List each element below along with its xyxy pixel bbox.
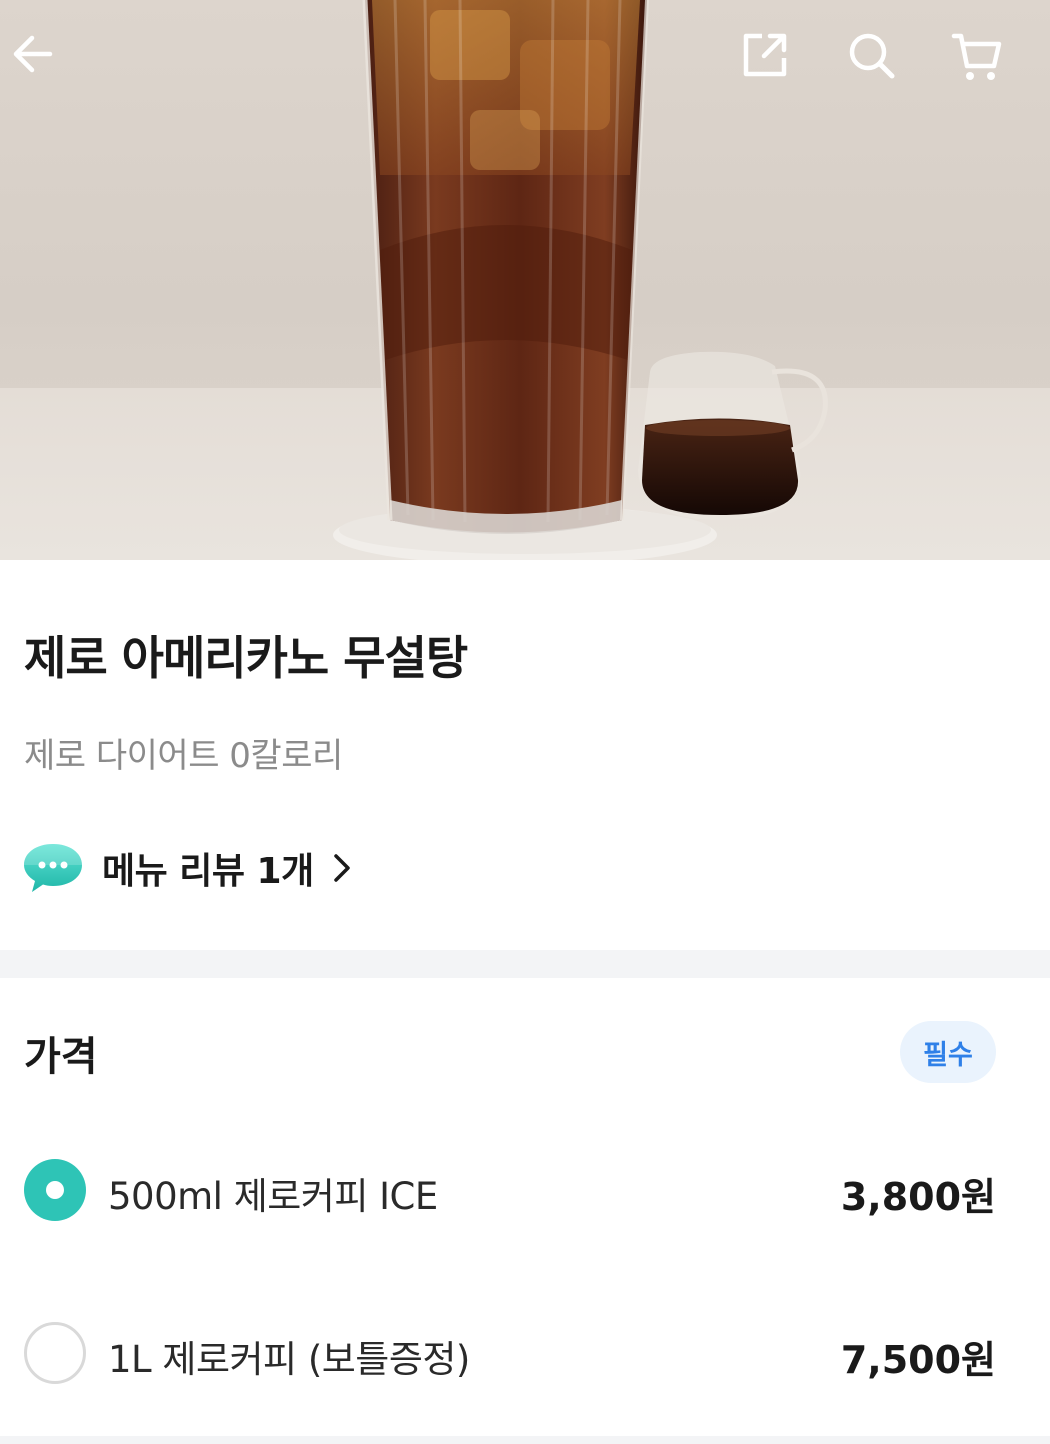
product-photo [0,0,1050,560]
share-button[interactable] [740,30,800,90]
option-name: 1L 제로커피 (보틀증정) [108,1338,470,1381]
share-icon [743,33,787,77]
menu-review-link[interactable]: 메뉴 리뷰 1개 [22,836,352,900]
option-name: 500ml 제로커피 ICE [108,1175,438,1218]
option-price: 3,800원 [840,1175,996,1219]
bottom-divider [0,1436,1050,1444]
radio-icon[interactable] [24,1159,86,1221]
chevron-right-icon [332,852,352,884]
price-option-1l[interactable]: 1L 제로커피 (보틀증정) 7,500원 [0,1303,1050,1403]
search-button[interactable] [846,30,906,90]
cart-button[interactable] [950,30,1010,90]
search-icon [849,33,895,79]
back-button[interactable] [8,30,68,90]
back-arrow-icon [13,35,53,73]
option-price: 7,500원 [840,1338,996,1382]
chat-bubble-icon [24,844,82,892]
price-section-title: 가격 [24,1034,98,1080]
section-divider [0,950,1050,978]
price-option-500ml[interactable]: 500ml 제로커피 ICE 3,800원 [0,1140,1050,1240]
required-badge: 필수 [900,1021,996,1083]
review-link-label: 메뉴 리뷰 1개 [102,851,314,892]
cart-icon [951,33,1002,80]
radio-icon[interactable] [24,1322,86,1384]
product-title: 제로 아메리카노 무설탕 [24,631,468,685]
product-subtitle: 제로 다이어트 0칼로리 [24,736,343,776]
